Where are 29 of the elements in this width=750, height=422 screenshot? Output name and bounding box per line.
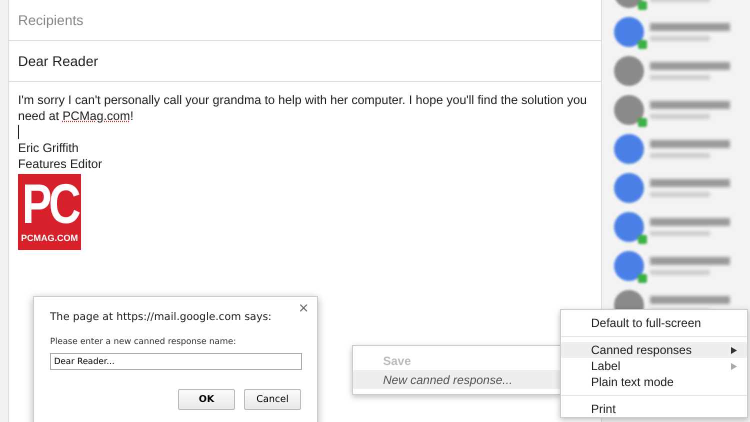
menu-item[interactable]: Label <box>561 358 747 374</box>
menu-item[interactable]: New canned response... <box>353 370 560 389</box>
menu-item[interactable]: Plain text mode <box>561 374 747 390</box>
submenu-arrow-icon <box>731 362 737 370</box>
avatar-icon[interactable] <box>614 251 644 281</box>
avatar-photo-placeholder[interactable] <box>614 56 644 86</box>
prompt-label: Please enter a new canned response name: <box>50 337 238 347</box>
menu-item[interactable]: Default to full-screen <box>561 315 747 331</box>
site-link[interactable]: PCMag.com <box>62 109 130 123</box>
logo: PC PCMAG.COM <box>18 174 81 250</box>
signature-line: Features Editor <box>18 156 102 172</box>
text-cursor <box>18 125 19 139</box>
message-paragraph: I'm sorry I can't personally call your grandma to help with her computer. I hope you'll find the solution you need at PCMag.com! <box>18 92 588 124</box>
subject-field[interactable]: Dear Reader <box>18 53 98 69</box>
avatar-icon[interactable] <box>614 17 644 47</box>
menu-item[interactable]: Canned responses <box>561 342 747 358</box>
menu-item[interactable]: Print <box>561 401 747 417</box>
dialog-button[interactable]: Cancel <box>244 389 301 410</box>
avatar-icon[interactable] <box>614 212 644 242</box>
signature-line: Eric Griffith <box>18 140 79 156</box>
avatar-icon[interactable] <box>614 173 644 203</box>
close-button[interactable]: × <box>298 301 309 316</box>
recipients-field[interactable]: Recipients <box>18 12 84 28</box>
submenu-arrow-icon <box>731 346 737 354</box>
avatar-icon[interactable] <box>614 134 644 164</box>
dialog-button[interactable]: OK <box>178 389 235 410</box>
avatar-photo-placeholder[interactable] <box>614 95 644 125</box>
name-input-field[interactable]: Dear Reader... <box>50 353 302 370</box>
dialog-title: The page at https://mail.google.com says: <box>50 311 273 323</box>
